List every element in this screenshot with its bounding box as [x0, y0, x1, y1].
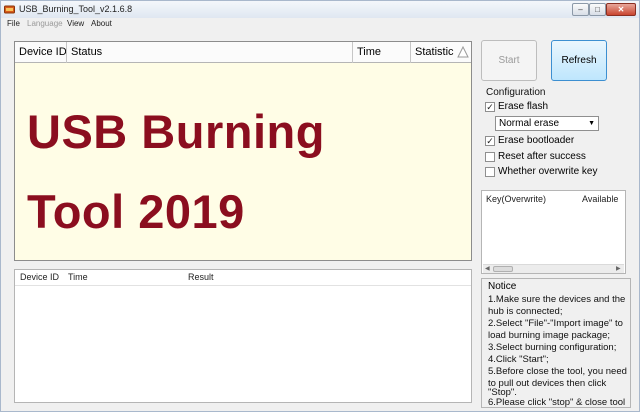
erase-bootloader-label: Erase bootloader	[498, 135, 575, 146]
notice-line: load burning image package;	[488, 330, 611, 341]
notice-line: 2.Select "File"-"Import image" to	[488, 318, 623, 329]
column-device-id[interactable]: Device ID	[15, 42, 67, 63]
erase-flash-label: Erase flash	[498, 101, 549, 112]
scroll-right-icon[interactable]: ▶	[616, 265, 621, 272]
menu-bar: File Language View About	[1, 18, 639, 30]
overwrite-key-checkbox[interactable]	[485, 167, 495, 177]
title-bar[interactable]: USB_Burning_Tool_v2.1.6.8 – □ ✕	[1, 1, 639, 18]
window-title: USB_Burning_Tool_v2.1.6.8	[19, 4, 133, 14]
close-button[interactable]: ✕	[606, 3, 636, 16]
result-column-result[interactable]: Result	[188, 272, 214, 282]
result-column-device-id[interactable]: Device ID	[20, 272, 59, 282]
erase-flash-checkbox[interactable]: ✓	[485, 102, 495, 112]
notice-title: Notice	[488, 281, 517, 292]
reset-after-success-label: Reset after success	[498, 151, 586, 162]
main-window: USB_Burning_Tool_v2.1.6.8 – □ ✕ File Lan…	[0, 0, 640, 412]
overwrite-key-label: Whether overwrite key	[498, 166, 598, 177]
key-column-overwrite[interactable]: Key(Overwrite)	[486, 194, 546, 204]
result-list-panel[interactable]: Device ID Time Result	[14, 269, 472, 403]
maximize-button[interactable]: □	[589, 3, 606, 16]
notice-line: 1.Make sure the devices and the	[488, 294, 626, 305]
key-column-available[interactable]: Available	[582, 194, 618, 204]
device-list-panel[interactable]: Device ID Status Time Statistic USB Burn…	[14, 41, 472, 261]
configuration-label: Configuration	[486, 87, 546, 98]
notice-line: hub is connected;	[488, 306, 563, 317]
start-button[interactable]: Start	[481, 40, 537, 81]
menu-view[interactable]: View	[67, 19, 84, 28]
app-icon	[4, 5, 15, 14]
reset-after-success-checkbox[interactable]	[485, 152, 495, 162]
erase-bootloader-checkbox[interactable]: ✓	[485, 136, 495, 146]
scrollbar-thumb[interactable]	[493, 266, 513, 272]
scroll-left-icon[interactable]: ◀	[485, 265, 490, 272]
key-list-panel[interactable]: Key(Overwrite) Available ◀ ▶	[481, 190, 626, 274]
menu-file[interactable]: File	[7, 19, 20, 28]
notice-line: 6.Please click "stop" & close tool	[488, 397, 626, 408]
device-table-header: Device ID Status Time Statistic	[15, 42, 471, 63]
sort-ascending-icon[interactable]	[457, 46, 469, 58]
erase-mode-value: Normal erase	[499, 118, 560, 129]
device-list-body: USB Burning Tool 2019	[15, 64, 471, 260]
menu-language[interactable]: Language	[27, 19, 63, 28]
notice-line: 5.Before close the tool, you need	[488, 366, 627, 377]
notice-line: 4.Click "Start";	[488, 354, 549, 365]
horizontal-scrollbar[interactable]: ◀ ▶	[483, 264, 624, 273]
menu-about[interactable]: About	[91, 19, 112, 28]
notice-line: 3.Select burning configuration;	[488, 342, 617, 353]
column-time[interactable]: Time	[353, 42, 411, 63]
erase-mode-select[interactable]: Normal erase ▼	[495, 116, 599, 131]
minimize-button[interactable]: –	[572, 3, 589, 16]
chevron-down-icon: ▼	[588, 120, 595, 127]
result-column-time[interactable]: Time	[68, 272, 88, 282]
result-table-header: Device ID Time Result	[15, 270, 471, 286]
column-status[interactable]: Status	[67, 42, 353, 63]
overlay-title-line-1: USB Burning	[27, 105, 325, 158]
overlay-title-line-2: Tool 2019	[27, 185, 245, 238]
refresh-button[interactable]: Refresh	[551, 40, 607, 81]
notice-panel: Notice 1.Make sure the devices and the h…	[481, 278, 631, 408]
